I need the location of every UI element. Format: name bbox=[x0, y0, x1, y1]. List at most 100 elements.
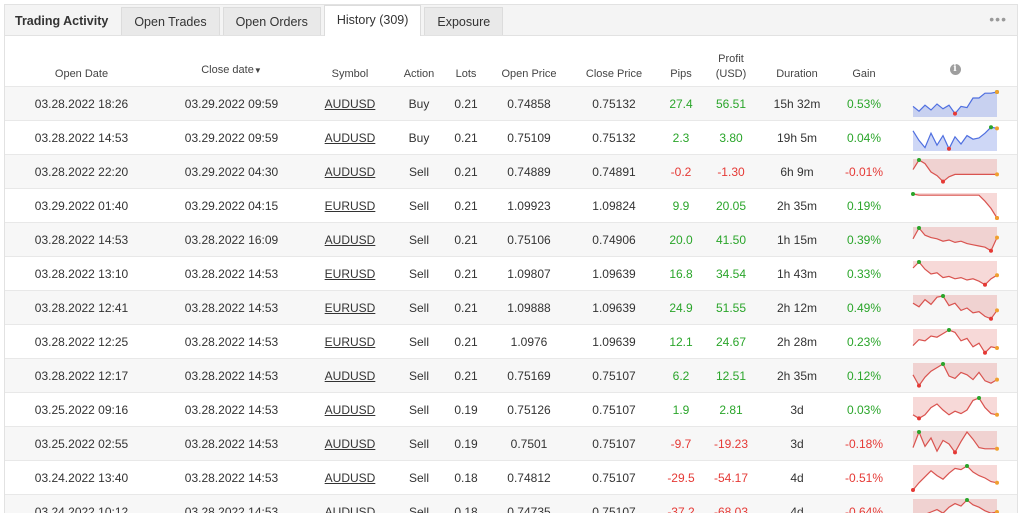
panel-title: Trading Activity bbox=[5, 7, 118, 35]
cell-duration: 4d bbox=[759, 461, 835, 495]
cell-action: Buy bbox=[395, 121, 443, 155]
col-open-price[interactable]: Open Price bbox=[489, 36, 569, 87]
col-pips[interactable]: Pips bbox=[659, 36, 703, 87]
cell-close-price: 1.09639 bbox=[569, 291, 659, 325]
table-row[interactable]: 03.28.2022 13:1003.28.2022 14:53EURUSDSe… bbox=[5, 257, 1017, 291]
cell-open-price: 0.75126 bbox=[489, 393, 569, 427]
cell-symbol: EURUSD bbox=[305, 257, 395, 291]
cell-open-price: 1.09923 bbox=[489, 189, 569, 223]
cell-action: Buy bbox=[395, 87, 443, 121]
cell-trade-chart bbox=[893, 257, 1017, 291]
sparkline-last-point bbox=[995, 90, 999, 94]
col-duration[interactable]: Duration bbox=[759, 36, 835, 87]
cell-gain: 0.33% bbox=[835, 257, 893, 291]
history-table: Open Date Close date▼ Symbol Action Lots… bbox=[5, 36, 1017, 513]
sparkline-min-point bbox=[917, 383, 921, 387]
tab-history[interactable]: History (309) bbox=[324, 5, 422, 36]
symbol-link[interactable]: AUDUSD bbox=[325, 369, 376, 383]
cell-duration: 2h 35m bbox=[759, 359, 835, 393]
col-profit-line2: (USD) bbox=[716, 68, 747, 80]
cell-gain: 0.03% bbox=[835, 393, 893, 427]
col-action[interactable]: Action bbox=[395, 36, 443, 87]
cell-gain: 0.19% bbox=[835, 189, 893, 223]
col-close-date[interactable]: Close date▼ bbox=[158, 36, 305, 87]
cell-pips: -0.2 bbox=[659, 155, 703, 189]
cell-action: Sell bbox=[395, 223, 443, 257]
table-row[interactable]: 03.28.2022 12:2503.28.2022 14:53EURUSDSe… bbox=[5, 325, 1017, 359]
cell-open-date: 03.25.2022 09:16 bbox=[5, 393, 158, 427]
cell-gain: 0.23% bbox=[835, 325, 893, 359]
tab-open-trades[interactable]: Open Trades bbox=[121, 7, 219, 35]
cell-duration: 3d bbox=[759, 427, 835, 461]
cell-symbol: AUDUSD bbox=[305, 393, 395, 427]
cell-symbol: AUDUSD bbox=[305, 87, 395, 121]
cell-pips: 24.9 bbox=[659, 291, 703, 325]
table-row[interactable]: 03.28.2022 22:2003.29.2022 04:30AUDUSDSe… bbox=[5, 155, 1017, 189]
col-symbol[interactable]: Symbol bbox=[305, 36, 395, 87]
table-row[interactable]: 03.29.2022 01:4003.29.2022 04:15EURUSDSe… bbox=[5, 189, 1017, 223]
cell-open-price: 0.75169 bbox=[489, 359, 569, 393]
cell-pips: 16.8 bbox=[659, 257, 703, 291]
table-row[interactable]: 03.28.2022 18:2603.29.2022 09:59AUDUSDBu… bbox=[5, 87, 1017, 121]
table-row[interactable]: 03.28.2022 12:4103.28.2022 14:53EURUSDSe… bbox=[5, 291, 1017, 325]
tab-exposure[interactable]: Exposure bbox=[424, 7, 503, 35]
cell-close-price: 0.75107 bbox=[569, 393, 659, 427]
table-row[interactable]: 03.25.2022 09:1603.28.2022 14:53AUDUSDSe… bbox=[5, 393, 1017, 427]
table-row[interactable]: 03.28.2022 12:1703.28.2022 14:53AUDUSDSe… bbox=[5, 359, 1017, 393]
col-profit[interactable]: Profit(USD) bbox=[703, 36, 759, 87]
info-icon[interactable]: i bbox=[950, 64, 961, 75]
cell-action: Sell bbox=[395, 495, 443, 513]
cell-close-price: 0.75132 bbox=[569, 121, 659, 155]
cell-profit: 2.81 bbox=[703, 393, 759, 427]
cell-symbol: AUDUSD bbox=[305, 121, 395, 155]
cell-open-price: 1.09888 bbox=[489, 291, 569, 325]
col-close-price[interactable]: Close Price bbox=[569, 36, 659, 87]
table-row[interactable]: 03.24.2022 13:4003.28.2022 14:53AUDUSDSe… bbox=[5, 461, 1017, 495]
sparkline-area bbox=[913, 159, 997, 182]
sparkline-min-point bbox=[917, 416, 921, 420]
symbol-link[interactable]: AUDUSD bbox=[325, 131, 376, 145]
tab-bar: Trading Activity Open Trades Open Orders… bbox=[5, 5, 1017, 36]
cell-close-price: 0.75107 bbox=[569, 461, 659, 495]
col-lots[interactable]: Lots bbox=[443, 36, 489, 87]
symbol-link[interactable]: AUDUSD bbox=[325, 165, 376, 179]
sparkline-min-point bbox=[989, 316, 993, 320]
sparkline-min-point bbox=[953, 450, 957, 454]
col-open-date[interactable]: Open Date bbox=[5, 36, 158, 87]
table-row[interactable]: 03.28.2022 14:5303.29.2022 09:59AUDUSDBu… bbox=[5, 121, 1017, 155]
symbol-link[interactable]: EURUSD bbox=[325, 301, 376, 315]
symbol-link[interactable]: AUDUSD bbox=[325, 437, 376, 451]
table-row[interactable]: 03.24.2022 10:1203.28.2022 14:53AUDUSDSe… bbox=[5, 495, 1017, 513]
symbol-link[interactable]: AUDUSD bbox=[325, 233, 376, 247]
table-row[interactable]: 03.25.2022 02:5503.28.2022 14:53AUDUSDSe… bbox=[5, 427, 1017, 461]
trade-sparkline bbox=[911, 430, 999, 458]
sparkline-min-point bbox=[983, 350, 987, 354]
col-gain[interactable]: Gain bbox=[835, 36, 893, 87]
cell-action: Sell bbox=[395, 257, 443, 291]
cell-lots: 0.21 bbox=[443, 121, 489, 155]
symbol-link[interactable]: EURUSD bbox=[325, 335, 376, 349]
symbol-link[interactable]: EURUSD bbox=[325, 199, 376, 213]
table-body: 03.28.2022 18:2603.29.2022 09:59AUDUSDBu… bbox=[5, 87, 1017, 513]
symbol-link[interactable]: AUDUSD bbox=[325, 97, 376, 111]
cell-trade-chart bbox=[893, 325, 1017, 359]
symbol-link[interactable]: AUDUSD bbox=[325, 471, 376, 485]
cell-open-date: 03.28.2022 12:25 bbox=[5, 325, 158, 359]
cell-pips: -37.2 bbox=[659, 495, 703, 513]
cell-profit: 12.51 bbox=[703, 359, 759, 393]
cell-open-date: 03.28.2022 13:10 bbox=[5, 257, 158, 291]
cell-action: Sell bbox=[395, 155, 443, 189]
cell-close-date: 03.29.2022 04:30 bbox=[158, 155, 305, 189]
table-row[interactable]: 03.28.2022 14:5303.28.2022 16:09AUDUSDSe… bbox=[5, 223, 1017, 257]
cell-gain: -0.51% bbox=[835, 461, 893, 495]
cell-close-price: 1.09639 bbox=[569, 325, 659, 359]
ellipsis-icon[interactable]: ••• bbox=[989, 11, 1007, 27]
symbol-link[interactable]: EURUSD bbox=[325, 267, 376, 281]
symbol-link[interactable]: AUDUSD bbox=[325, 403, 376, 417]
cell-trade-chart bbox=[893, 359, 1017, 393]
cell-lots: 0.21 bbox=[443, 257, 489, 291]
cell-close-date: 03.28.2022 14:53 bbox=[158, 393, 305, 427]
cell-symbol: EURUSD bbox=[305, 189, 395, 223]
tab-open-orders[interactable]: Open Orders bbox=[223, 7, 321, 35]
col-close-date-label: Close date bbox=[201, 64, 254, 76]
